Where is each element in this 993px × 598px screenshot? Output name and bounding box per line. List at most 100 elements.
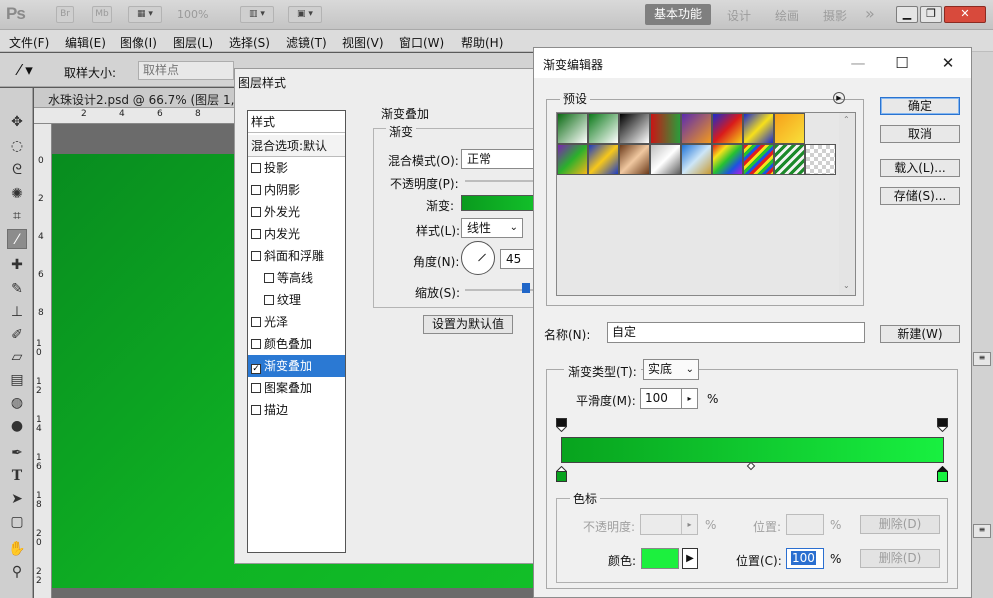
maximize-icon[interactable]: ☐ xyxy=(892,53,912,73)
presets-menu-icon[interactable]: ▶ xyxy=(833,92,845,104)
path-selection-tool-icon[interactable]: ➤ xyxy=(7,489,27,509)
stepper-arrow-icon[interactable]: ▸ xyxy=(681,515,697,534)
more-workspaces-icon[interactable]: » xyxy=(865,4,875,23)
workspace-design[interactable]: 设计 xyxy=(727,7,751,24)
document-tab[interactable]: 水珠设计2.psd @ 66.7% (图层 1, R xyxy=(34,88,247,108)
presets-scrollbar[interactable]: ⌃ ⌄ xyxy=(839,113,855,295)
menu-window[interactable]: 窗口(W) xyxy=(399,34,444,51)
style-item-color-overlay[interactable]: 颜色叠加 xyxy=(248,333,345,355)
zoom-level[interactable]: 100% xyxy=(177,8,208,21)
panel-menu-icon[interactable]: ≡ xyxy=(973,524,991,538)
pen-tool-icon[interactable]: ✒ xyxy=(7,443,27,463)
checkbox[interactable] xyxy=(251,405,261,415)
lasso-tool-icon[interactable]: ᘓ xyxy=(7,160,27,180)
delete-color-stop-button[interactable]: 删除(D) xyxy=(860,549,940,568)
menu-filter[interactable]: 滤镜(T) xyxy=(286,34,327,51)
new-button[interactable]: 新建(W) xyxy=(880,325,960,343)
scale-slider[interactable] xyxy=(465,289,543,291)
workspace-photography[interactable]: 摄影 xyxy=(823,7,847,24)
checkbox[interactable] xyxy=(264,295,274,305)
clone-stamp-tool-icon[interactable]: ⊥ xyxy=(7,302,27,322)
preset-swatch[interactable] xyxy=(712,113,743,144)
gradient-type-select[interactable]: 实底 ⌄ xyxy=(643,359,699,380)
checkbox[interactable] xyxy=(251,185,261,195)
delete-opacity-stop-button[interactable]: 删除(D) xyxy=(860,515,940,534)
hand-tool-icon[interactable]: ✋ xyxy=(7,539,27,559)
minimize-icon[interactable]: — xyxy=(848,53,868,73)
preset-swatch[interactable] xyxy=(557,113,588,144)
bridge-button[interactable]: Br xyxy=(56,6,74,23)
checkbox[interactable] xyxy=(251,317,261,327)
preset-swatch[interactable] xyxy=(588,144,619,175)
mini-bridge-button[interactable]: Mb xyxy=(92,6,112,23)
style-item-texture[interactable]: 纹理 xyxy=(248,289,345,311)
gradient-tool-icon[interactable]: ▤ xyxy=(7,370,27,390)
close-icon[interactable]: ✕ xyxy=(938,53,958,73)
preset-swatch[interactable] xyxy=(805,144,836,175)
shape-tool-icon[interactable]: ▢ xyxy=(7,512,27,532)
checkbox[interactable] xyxy=(264,273,274,283)
blur-tool-icon[interactable]: ◍ xyxy=(7,393,27,413)
preset-swatch[interactable] xyxy=(774,144,805,175)
color-location-input[interactable]: 100 xyxy=(786,548,824,569)
zoom-tool-icon[interactable]: ⚲ xyxy=(7,562,27,582)
style-item-drop-shadow[interactable]: 投影 xyxy=(248,157,345,179)
eyedropper-tool-icon[interactable]: ⁄ xyxy=(7,229,27,249)
gradient-bar[interactable] xyxy=(561,437,944,463)
restore-icon[interactable]: ❐ xyxy=(920,6,942,23)
minimize-icon[interactable]: ▁ xyxy=(896,6,918,23)
name-input[interactable]: 自定 xyxy=(607,322,865,343)
arrange-documents-button[interactable]: ▥ ▾ xyxy=(240,6,274,23)
checkbox[interactable] xyxy=(251,207,261,217)
crop-tool-icon[interactable]: ⌗ xyxy=(7,206,27,226)
healing-brush-tool-icon[interactable]: ✚ xyxy=(7,255,27,275)
opacity-stop-left[interactable] xyxy=(556,418,567,432)
preset-swatch[interactable] xyxy=(619,113,650,144)
style-list-header[interactable]: 样式 xyxy=(248,111,345,133)
stepper-arrow-icon[interactable]: ▸ xyxy=(681,389,697,408)
angle-dial[interactable] xyxy=(461,241,495,275)
opacity-slider[interactable] xyxy=(465,180,543,182)
view-extras-button[interactable]: ▦ ▾ xyxy=(128,6,162,23)
menu-layer[interactable]: 图层(L) xyxy=(173,34,213,51)
color-menu-arrow-icon[interactable]: ▶ xyxy=(682,548,698,569)
dodge-tool-icon[interactable]: ● xyxy=(7,416,27,436)
preset-swatch[interactable] xyxy=(557,144,588,175)
checkbox-checked[interactable]: ✓ xyxy=(251,364,261,374)
workspace-painting[interactable]: 绘画 xyxy=(775,7,799,24)
eyedropper-tool-icon[interactable]: ⁄ ▾ xyxy=(18,61,33,79)
workspace-essentials[interactable]: 基本功能 xyxy=(645,4,711,25)
style-item-outer-glow[interactable]: 外发光 xyxy=(248,201,345,223)
preset-swatch[interactable] xyxy=(619,144,650,175)
move-tool-icon[interactable]: ✥ xyxy=(7,112,27,132)
checkbox[interactable] xyxy=(251,339,261,349)
preset-swatch[interactable] xyxy=(588,113,619,144)
menu-edit[interactable]: 编辑(E) xyxy=(65,34,106,51)
preset-swatch[interactable] xyxy=(650,113,681,144)
stop-location-input[interactable] xyxy=(786,514,824,535)
stop-color-swatch[interactable] xyxy=(641,548,679,569)
cancel-button[interactable]: 取消 xyxy=(880,125,960,143)
marquee-tool-icon[interactable]: ◌ xyxy=(7,136,27,156)
brush-tool-icon[interactable]: ✎ xyxy=(7,279,27,299)
save-button[interactable]: 存储(S)... xyxy=(880,187,960,205)
blend-options-item[interactable]: 混合选项:默认 xyxy=(248,135,345,157)
set-default-button[interactable]: 设置为默认值 xyxy=(423,315,513,334)
color-stop-left[interactable] xyxy=(556,466,567,482)
smoothness-input[interactable]: 100 ▸ xyxy=(640,388,698,409)
type-tool-icon[interactable]: T xyxy=(7,466,27,486)
menu-image[interactable]: 图像(I) xyxy=(120,34,157,51)
style-item-stroke[interactable]: 描边 xyxy=(248,399,345,421)
eraser-tool-icon[interactable]: ▱ xyxy=(7,347,27,367)
menu-file[interactable]: 文件(F) xyxy=(9,34,49,51)
opacity-stop-right[interactable] xyxy=(937,418,948,432)
ok-button[interactable]: 确定 xyxy=(880,97,960,115)
preset-swatch[interactable] xyxy=(774,113,805,144)
preset-swatch[interactable] xyxy=(650,144,681,175)
close-app-icon[interactable]: ✕ xyxy=(944,6,986,23)
checkbox[interactable] xyxy=(251,251,261,261)
style-item-contour[interactable]: 等高线 xyxy=(248,267,345,289)
menu-help[interactable]: 帮助(H) xyxy=(461,34,503,51)
checkbox[interactable] xyxy=(251,163,261,173)
scroll-down-icon[interactable]: ⌄ xyxy=(843,281,850,290)
